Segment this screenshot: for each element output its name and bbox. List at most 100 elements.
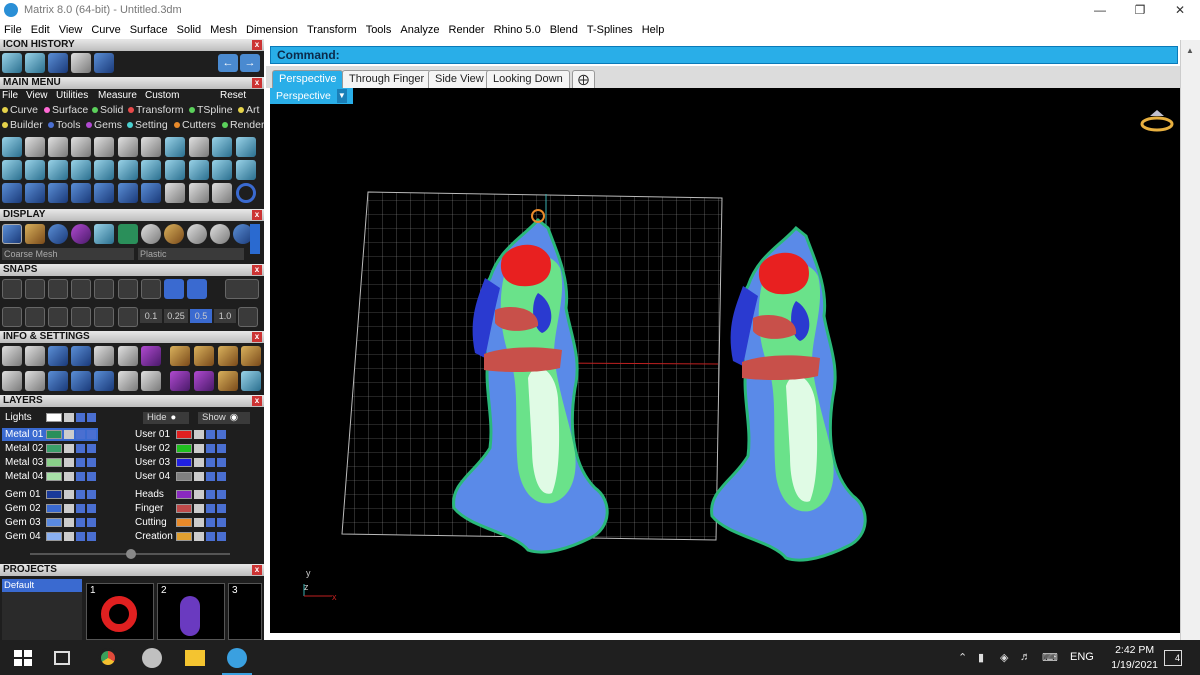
visibility-icon[interactable]: [76, 458, 85, 467]
category-setting[interactable]: Setting: [127, 119, 168, 131]
menu-render[interactable]: Render: [449, 24, 485, 36]
layer-color-swatch[interactable]: [176, 490, 192, 499]
add-tab-icon[interactable]: ⨁: [572, 70, 595, 88]
history-tool-icon[interactable]: [2, 53, 22, 73]
visibility-icon[interactable]: [217, 430, 226, 439]
notification-icon[interactable]: 4: [1164, 650, 1182, 666]
project-thumbnail[interactable]: 2: [157, 583, 225, 640]
tool-icon[interactable]: [118, 137, 138, 157]
pendant-model[interactable]: [710, 225, 867, 562]
history-tool-icon[interactable]: [25, 53, 45, 73]
tool-icon[interactable]: [236, 137, 256, 157]
tool-icon[interactable]: [189, 183, 209, 203]
scatter-icon[interactable]: [118, 371, 138, 391]
category-transform[interactable]: Transform: [128, 104, 183, 116]
tool-icon[interactable]: [212, 183, 232, 203]
layer-row[interactable]: Creation: [132, 530, 228, 543]
arrow-right-icon[interactable]: →: [240, 54, 260, 72]
main-menu-file[interactable]: File: [2, 90, 18, 101]
tool-icon[interactable]: [165, 137, 185, 157]
material-icon[interactable]: [141, 224, 161, 244]
language-indicator[interactable]: ENG: [1070, 651, 1094, 663]
category-tspline[interactable]: TSpline: [189, 104, 233, 116]
tool-icon[interactable]: [94, 137, 114, 157]
visibility-icon[interactable]: [87, 444, 96, 453]
visibility-icon[interactable]: [217, 490, 226, 499]
lock-icon[interactable]: [64, 430, 74, 439]
task-view-icon[interactable]: [54, 651, 70, 665]
layer-row[interactable]: Finger: [132, 502, 228, 515]
layer-row[interactable]: Gem 03: [2, 516, 98, 529]
arrow-left-icon[interactable]: ←: [218, 54, 238, 72]
menu-blend[interactable]: Blend: [550, 24, 578, 36]
display-icon[interactable]: [25, 371, 45, 391]
keyboard-icon[interactable]: ⌨: [1042, 651, 1058, 664]
lock-icon[interactable]: [194, 458, 204, 467]
main-menu-measure[interactable]: Measure: [98, 90, 137, 101]
layer-color-swatch[interactable]: [46, 490, 62, 499]
layer-color-swatch[interactable]: [46, 413, 62, 422]
snap-point-icon[interactable]: [48, 279, 68, 299]
snap-quad-icon[interactable]: [141, 279, 161, 299]
filter-icon[interactable]: [94, 371, 114, 391]
layer-color-swatch[interactable]: [46, 504, 62, 513]
app-icon-taskbar[interactable]: [142, 648, 162, 668]
category-cutters[interactable]: Cutters: [174, 119, 216, 131]
snap-mid-icon[interactable]: [71, 279, 91, 299]
hide-button[interactable]: Hide ●: [143, 412, 189, 424]
clock[interactable]: 2:42 PM 1/19/2021: [1111, 643, 1158, 673]
layer-row[interactable]: Gem 01: [2, 488, 98, 501]
osnap-icon[interactable]: [71, 307, 91, 327]
layer-color-swatch[interactable]: [176, 518, 192, 527]
layer-color-swatch[interactable]: [46, 444, 62, 453]
tool-icon[interactable]: [165, 183, 185, 203]
ring-view-icon[interactable]: [1140, 110, 1174, 132]
menu-tools[interactable]: Tools: [366, 24, 392, 36]
category-solid[interactable]: Solid: [92, 104, 123, 116]
category-gems[interactable]: Gems: [86, 119, 122, 131]
visibility-icon[interactable]: [76, 532, 85, 541]
lock-icon[interactable]: [64, 458, 74, 467]
layer-row[interactable]: Metal 02: [2, 442, 98, 455]
lock-icon[interactable]: [64, 532, 74, 541]
visibility-icon[interactable]: [217, 504, 226, 513]
visibility-icon[interactable]: [217, 458, 226, 467]
close-icon[interactable]: x: [252, 40, 262, 50]
layer-row[interactable]: Heads: [132, 488, 228, 501]
menu-file[interactable]: File: [4, 24, 22, 36]
lock-icon[interactable]: [194, 490, 204, 499]
display-expand-icon[interactable]: [250, 224, 260, 254]
wireframe-icon[interactable]: [2, 224, 22, 244]
tab-through-finger[interactable]: Through Finger: [342, 70, 432, 88]
lock-icon[interactable]: [194, 518, 204, 527]
main-menu-reset[interactable]: Reset: [220, 90, 246, 101]
tool-icon[interactable]: [48, 183, 68, 203]
tool-icon[interactable]: [48, 160, 68, 180]
visibility-icon[interactable]: [76, 444, 85, 453]
shaded-icon[interactable]: [25, 224, 45, 244]
layer-color-swatch[interactable]: [176, 430, 192, 439]
wifi-icon[interactable]: ◈: [1000, 651, 1008, 664]
close-icon[interactable]: x: [252, 78, 262, 88]
properties-icon[interactable]: [170, 346, 190, 366]
settings-gear-icon[interactable]: [2, 346, 22, 366]
snap-value-05[interactable]: 0.5: [190, 309, 212, 323]
minimize-button[interactable]: —: [1080, 0, 1120, 20]
layers-icon[interactable]: [48, 346, 68, 366]
visibility-icon[interactable]: [206, 490, 215, 499]
layer-row[interactable]: User 01: [132, 428, 228, 441]
gem-icon[interactable]: [141, 346, 161, 366]
cube-icon[interactable]: [71, 346, 91, 366]
tool-icon[interactable]: [141, 160, 161, 180]
close-button[interactable]: ✕: [1160, 0, 1200, 20]
tool-icon[interactable]: [141, 137, 161, 157]
lock-icon[interactable]: [64, 444, 74, 453]
visibility-icon[interactable]: [217, 444, 226, 453]
mesh-select[interactable]: Coarse Mesh: [2, 248, 134, 260]
layer-lights[interactable]: Lights: [2, 411, 98, 424]
tab-perspective[interactable]: Perspective: [272, 70, 344, 88]
calculator-icon[interactable]: [141, 371, 161, 391]
snap-center-icon[interactable]: [118, 279, 138, 299]
menu-solid[interactable]: Solid: [177, 24, 201, 36]
menu-analyze[interactable]: Analyze: [400, 24, 439, 36]
